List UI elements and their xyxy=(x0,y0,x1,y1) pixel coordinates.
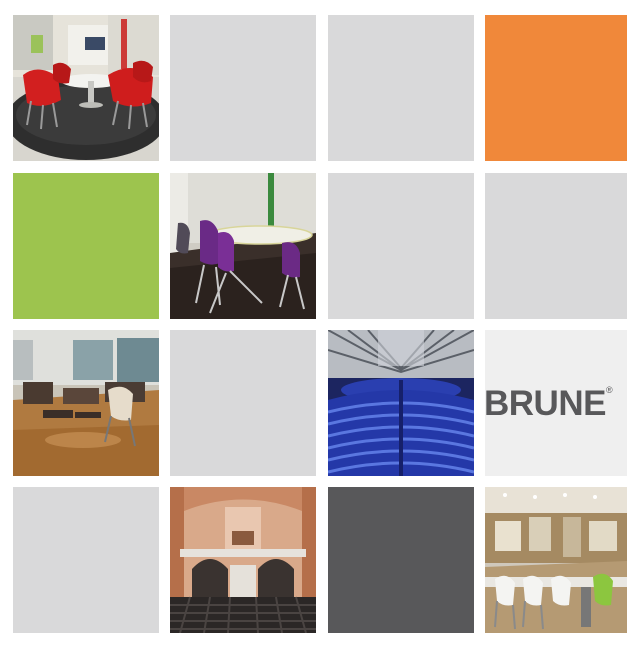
brune-logo: BRUNE® xyxy=(485,330,627,476)
church-hall-seating-photo xyxy=(170,487,316,633)
green-tile xyxy=(13,173,159,319)
auditorium-blue-seats-photo xyxy=(328,330,474,476)
registered-mark: ® xyxy=(605,384,613,395)
orange-tile xyxy=(485,15,627,161)
gray-tile xyxy=(170,15,316,161)
gray-tile xyxy=(485,173,627,319)
canteen-white-green-chairs-photo xyxy=(485,487,627,633)
cafeteria-wood-floor-photo xyxy=(13,330,159,476)
gray-tile xyxy=(170,330,316,476)
meeting-room-purple-chairs-photo xyxy=(170,173,316,319)
lounge-red-chairs-photo xyxy=(13,15,159,161)
gray-tile xyxy=(13,487,159,633)
gray-tile xyxy=(328,173,474,319)
gray-tile xyxy=(328,15,474,161)
dark-gray-tile xyxy=(328,487,474,633)
logo-text: BRUNE® xyxy=(485,383,613,423)
